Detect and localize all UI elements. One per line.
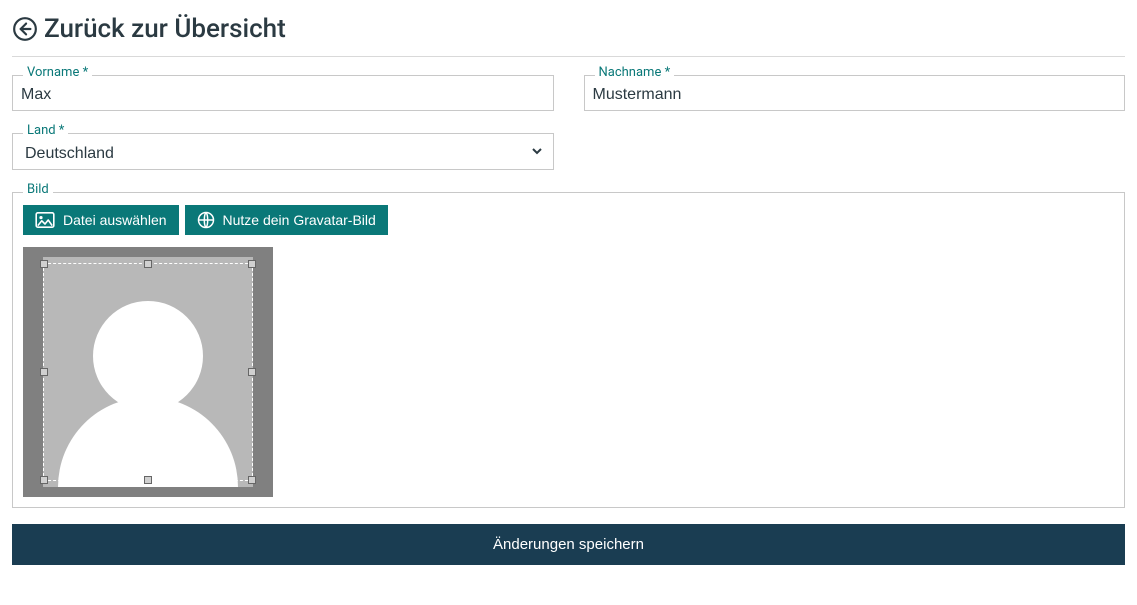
crop-handle-s[interactable] [144, 476, 152, 484]
globe-icon [197, 211, 215, 229]
firstname-field: Vorname * [12, 75, 554, 111]
back-to-overview-link[interactable]: Zurück zur Übersicht [12, 14, 1125, 57]
lastname-input[interactable] [593, 76, 1117, 110]
image-fieldset: Bild Datei auswählen Nutze dein Gravatar… [12, 192, 1125, 508]
lastname-label: Nachname * [595, 66, 675, 79]
country-label: Land * [23, 124, 68, 137]
crop-handle-sw[interactable] [40, 476, 48, 484]
crop-handle-ne[interactable] [248, 260, 256, 268]
image-label: Bild [23, 183, 53, 196]
country-field: Land * Deutschland [12, 133, 554, 170]
crop-handle-nw[interactable] [40, 260, 48, 268]
lastname-field: Nachname * [584, 75, 1126, 111]
choose-file-label: Datei auswählen [63, 212, 167, 228]
firstname-label: Vorname * [23, 66, 92, 79]
image-cropper[interactable] [23, 247, 273, 497]
crop-handle-w[interactable] [40, 368, 48, 376]
avatar-placeholder [43, 257, 253, 487]
country-select[interactable]: Deutschland [21, 134, 545, 169]
firstname-input[interactable] [21, 76, 545, 110]
choose-file-button[interactable]: Datei auswählen [23, 205, 179, 235]
image-icon [35, 212, 55, 228]
use-gravatar-button[interactable]: Nutze dein Gravatar-Bild [185, 205, 388, 235]
crop-handle-n[interactable] [144, 260, 152, 268]
back-label: Zurück zur Übersicht [44, 14, 286, 44]
arrow-left-circle-icon [12, 16, 38, 42]
save-changes-button[interactable]: Änderungen speichern [12, 524, 1125, 565]
crop-handle-e[interactable] [248, 368, 256, 376]
crop-handle-se[interactable] [248, 476, 256, 484]
gravatar-label: Nutze dein Gravatar-Bild [223, 212, 376, 228]
